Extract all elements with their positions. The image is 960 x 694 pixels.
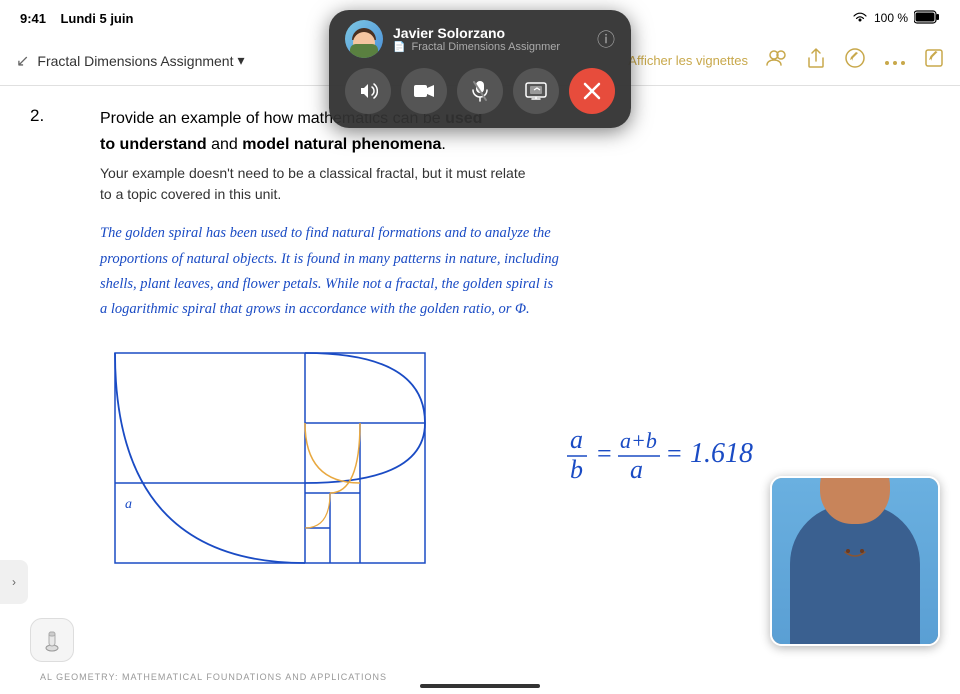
camera-feed <box>770 476 940 646</box>
screen-share-button[interactable] <box>513 68 559 114</box>
question-period: . <box>441 136 445 153</box>
end-call-button[interactable] <box>569 68 615 114</box>
collapse-icon[interactable]: ↙ <box>16 51 29 71</box>
collaborate-icon[interactable] <box>766 47 788 74</box>
title-dropdown-icon: ▾ <box>237 52 244 69</box>
mute-button[interactable] <box>457 68 503 114</box>
footer: AL GEOMETRY: MATHEMATICAL FOUNDATIONS AN… <box>0 672 960 682</box>
video-button[interactable] <box>401 68 447 114</box>
word-that: that <box>220 301 243 317</box>
main-content: › 2. Provide an example of how mathemati… <box>0 86 960 694</box>
bottom-tool-button[interactable] <box>30 618 74 662</box>
facetime-header: Javier Solorzano 📄 Fractal Dimensions As… <box>345 20 615 58</box>
person-video <box>772 478 938 644</box>
handwritten-response: The golden spiral has been used to find … <box>100 221 920 323</box>
question-number: 2. <box>30 106 44 126</box>
svg-text:a: a <box>195 572 202 573</box>
svg-text:a: a <box>570 425 583 454</box>
svg-text:a: a <box>125 497 132 512</box>
show-thumbnails-button[interactable]: Afficher les vignettes <box>628 53 748 68</box>
battery-label: 100 % <box>874 11 908 25</box>
toolbar-right: Afficher les vignettes <box>628 47 944 74</box>
svg-text:a+b: a+b <box>620 428 657 453</box>
avatar-body <box>350 44 378 58</box>
svg-text:b: b <box>570 455 583 484</box>
caller-name: Javier Solorzano <box>393 25 587 41</box>
pencil-circle-icon[interactable] <box>844 47 866 74</box>
person-body <box>790 504 920 644</box>
document-title-container[interactable]: Fractal Dimensions Assignment ▾ <box>37 52 244 69</box>
caller-info: Javier Solorzano 📄 Fractal Dimensions As… <box>393 25 587 53</box>
footer-text: AL GEOMETRY: MATHEMATICAL FOUNDATIONS AN… <box>40 672 387 682</box>
document-title: Fractal Dimensions Assignment <box>37 53 233 69</box>
svg-text:1.618: 1.618 <box>690 438 753 469</box>
facetime-info-icon[interactable]: ⓘ <box>597 26 615 52</box>
wifi-icon <box>852 11 868 26</box>
question-text-and: and <box>207 136 243 153</box>
status-indicators: 100 % <box>852 10 940 27</box>
svg-text:a: a <box>630 455 643 484</box>
share-icon[interactable] <box>806 47 826 74</box>
golden-spiral-diagram: a a b <box>100 343 440 573</box>
status-date: Lundi 5 juin <box>60 11 133 26</box>
more-options-icon[interactable] <box>884 50 906 71</box>
facetime-controls <box>345 68 615 114</box>
question-bold-model: model natural phenomena <box>242 136 441 153</box>
battery-icon <box>914 10 940 27</box>
svg-text:=: = <box>667 439 682 468</box>
speaker-button[interactable] <box>345 68 391 114</box>
svg-text:b: b <box>355 572 362 573</box>
edit-icon[interactable] <box>924 48 944 73</box>
sidebar-toggle[interactable]: › <box>0 560 28 604</box>
caller-avatar <box>345 20 383 58</box>
question-bold-understand: to understand <box>100 136 207 153</box>
toolbar-left: ↙ Fractal Dimensions Assignment ▾ <box>16 51 245 71</box>
question-sub-text: Your example doesn't need to be a classi… <box>100 163 920 205</box>
status-time-date: 9:41 Lundi 5 juin <box>20 11 133 26</box>
facetime-overlay: Javier Solorzano 📄 Fractal Dimensions As… <box>329 10 631 128</box>
status-time: 9:41 <box>20 11 46 26</box>
svg-text:=: = <box>597 439 612 468</box>
home-indicator <box>420 684 540 688</box>
facetime-subtitle: Fractal Dimensions Assignmer <box>412 41 561 53</box>
